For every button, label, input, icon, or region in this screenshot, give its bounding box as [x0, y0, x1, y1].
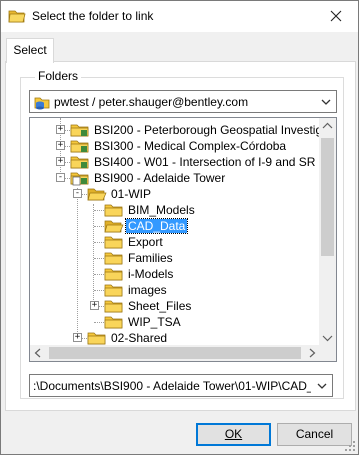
expand-icon[interactable]: +: [56, 125, 65, 134]
folder-open-icon: [104, 220, 124, 233]
tree-item-label[interactable]: 02-Shared: [109, 331, 169, 345]
scrollbar-corner: [319, 345, 336, 361]
expand-icon[interactable]: +: [90, 301, 99, 310]
tab-select[interactable]: Select: [6, 38, 54, 63]
collapse-icon[interactable]: -: [56, 173, 65, 182]
tree-item-label[interactable]: BIM_Models: [126, 203, 197, 217]
dialog-title: Select the folder to link: [32, 9, 154, 23]
folder-icon: [104, 268, 123, 281]
tree-item-label[interactable]: BSI900 - Adelaide Tower: [92, 171, 227, 185]
scroll-down-icon[interactable]: [319, 329, 336, 346]
tree-item[interactable]: + BSI400 - W01 - Intersection of I-9 and …: [30, 154, 320, 170]
tree-item-label[interactable]: BSI300 - Medical Complex-Córdoba: [92, 139, 288, 153]
datasource-combobox[interactable]: pwtest / peter.shauger@bentley.com: [29, 90, 337, 113]
tree-item-label[interactable]: Families: [126, 251, 175, 265]
project-folder-icon: [70, 124, 89, 137]
tree-connector: [94, 274, 104, 275]
tree-connector: [94, 210, 104, 211]
scroll-left-icon[interactable]: [30, 345, 47, 361]
tree-item-label[interactable]: 01-WIP: [109, 187, 153, 201]
collapse-icon[interactable]: -: [73, 189, 82, 198]
folders-group-label: Folders: [35, 69, 82, 83]
folder-icon: [104, 236, 123, 249]
tree-item[interactable]: BIM_Models: [30, 202, 320, 218]
close-icon: [330, 10, 342, 22]
folder-icon: [104, 284, 123, 297]
resize-grip-icon[interactable]: [344, 440, 356, 452]
expand-icon[interactable]: +: [73, 333, 82, 342]
tree-item[interactable]: + BSI300 - Medical Complex-Córdoba: [30, 138, 320, 154]
ok-button[interactable]: OK: [196, 423, 271, 446]
horizontal-scroll-thumb[interactable]: [49, 347, 301, 359]
horizontal-scrollbar[interactable]: [30, 345, 320, 361]
path-combobox[interactable]: :\Documents\BSI900 - Adelaide Tower\01-W…: [29, 374, 333, 397]
folder-tree[interactable]: + BSI200 - Peterborough Geospatial Invest…: [29, 117, 337, 362]
tree-item-label[interactable]: WIP_TSA: [126, 315, 183, 329]
tree-item[interactable]: + Sheet_Files: [30, 298, 320, 314]
close-button[interactable]: [326, 6, 346, 26]
folder-tree-rows: + BSI200 - Peterborough Geospatial Invest…: [30, 118, 320, 346]
cancel-button[interactable]: Cancel: [277, 423, 352, 446]
datasource-value: pwtest / peter.shauger@bentley.com: [54, 95, 249, 109]
tree-item[interactable]: WIP_TSA: [30, 314, 320, 330]
project-folder-icon: [70, 156, 89, 169]
chevron-down-icon[interactable]: [319, 93, 333, 111]
folder-icon: [104, 316, 123, 329]
folder-icon: [87, 332, 106, 345]
expand-icon[interactable]: +: [56, 157, 65, 166]
dialog-window: Select the folder to link Select Folders…: [0, 0, 359, 455]
tree-item-label[interactable]: images: [126, 283, 169, 297]
tree-connector: [94, 226, 104, 227]
tree-item[interactable]: i-Models: [30, 266, 320, 282]
tree-item[interactable]: CAD_Data: [30, 218, 320, 234]
tree-item[interactable]: images: [30, 282, 320, 298]
tree-item-label[interactable]: BSI400 - W01 - Intersection of I-9 and S…: [92, 155, 320, 169]
tree-item[interactable]: Export: [30, 234, 320, 250]
folder-open-icon: [87, 188, 107, 201]
tab-strip: Select: [1, 32, 358, 63]
scroll-right-icon[interactable]: [303, 345, 320, 361]
tree-item[interactable]: - BSI900 - Adelaide Tower: [30, 170, 320, 186]
expand-icon[interactable]: +: [56, 141, 65, 150]
cancel-button-label: Cancel: [295, 427, 334, 441]
tree-item[interactable]: +02-Shared: [30, 330, 320, 346]
path-value: :\Documents\BSI900 - Adelaide Tower\01-W…: [33, 379, 311, 393]
folder-icon: [104, 252, 123, 265]
tree-item[interactable]: - 01-WIP: [30, 186, 320, 202]
tree-connector: [94, 258, 104, 259]
project-folder-linked-icon: [70, 172, 89, 186]
vertical-scroll-thumb[interactable]: [321, 138, 334, 256]
folder-icon: [104, 300, 123, 313]
folder-link-icon: [8, 10, 26, 23]
tree-item-label[interactable]: Export: [126, 235, 165, 249]
scroll-up-icon[interactable]: [319, 118, 336, 135]
project-folder-icon: [70, 140, 89, 153]
tree-item-label[interactable]: BSI200 - Peterborough Geospatial Investi…: [92, 123, 320, 137]
vertical-scrollbar[interactable]: [319, 118, 336, 346]
tree-item-label[interactable]: Sheet_Files: [126, 299, 193, 313]
ok-button-label: OK: [224, 427, 243, 441]
folder-icon: [104, 204, 123, 217]
tree-item[interactable]: + BSI200 - Peterborough Geospatial Invest…: [30, 122, 320, 138]
tree-connector: [94, 242, 104, 243]
title-bar[interactable]: Select the folder to link: [1, 1, 358, 32]
tree-connector: [94, 290, 104, 291]
chevron-down-icon[interactable]: [315, 377, 329, 395]
tree-item-label[interactable]: i-Models: [126, 267, 175, 281]
tree-item[interactable]: Families: [30, 250, 320, 266]
tree-connector: [94, 322, 104, 323]
tree-item-label[interactable]: CAD_Data: [124, 218, 189, 234]
datasource-icon: [34, 97, 50, 110]
